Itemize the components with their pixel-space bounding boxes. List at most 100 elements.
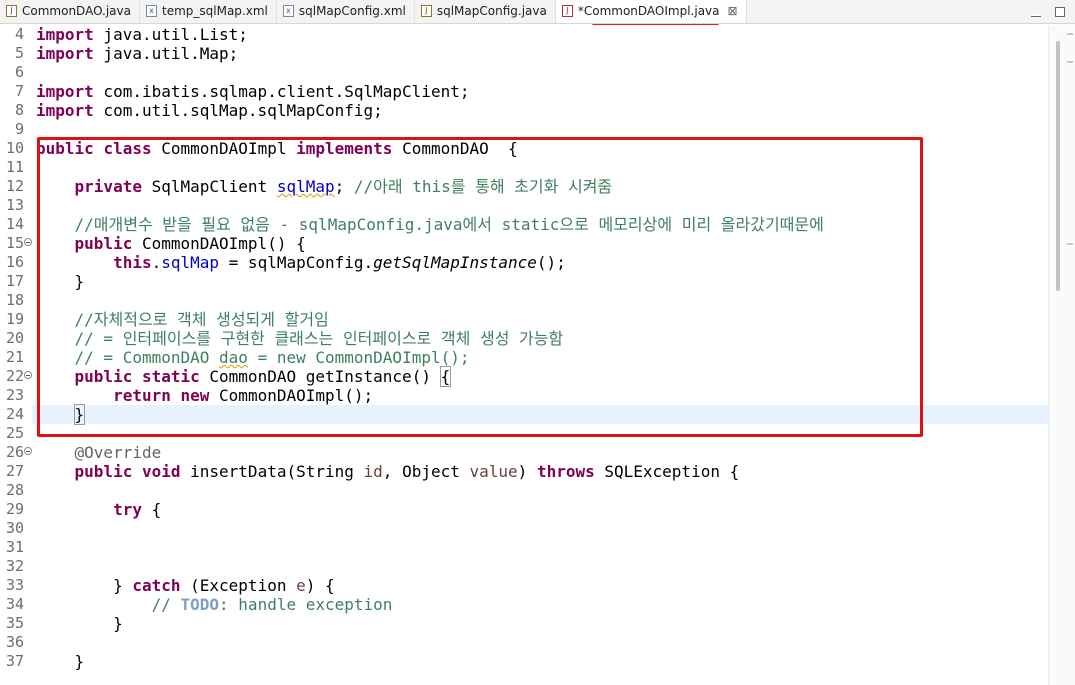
overview-ruler-mark bbox=[1067, 243, 1073, 245]
code-line: 33 } catch (Exception e) { bbox=[0, 576, 1048, 595]
code-line: 32 bbox=[0, 557, 1048, 576]
code-line: 17 } bbox=[0, 272, 1048, 291]
text-caret bbox=[84, 407, 86, 423]
code-line: 6 bbox=[0, 63, 1048, 82]
code-text: //자체적으로 객체 생성되게 할거임 bbox=[74, 310, 329, 329]
fold-toggle-icon[interactable] bbox=[24, 371, 32, 379]
line-number: 15 bbox=[5, 234, 24, 252]
line-number: 36 bbox=[5, 633, 24, 651]
code-line: 36 bbox=[0, 633, 1048, 652]
line-number: 30 bbox=[5, 519, 24, 537]
tab-label: CommonDAO.java bbox=[22, 4, 131, 18]
close-tab-icon[interactable]: ⊠ bbox=[728, 4, 738, 18]
xml-file-icon: x bbox=[146, 5, 157, 17]
code-text: } bbox=[113, 614, 123, 633]
tab-label: sqlMapConfig.xml bbox=[298, 4, 406, 18]
tab-commondaoimpl-java[interactable]: J *CommonDAOImpl.java ⊠ bbox=[555, 0, 747, 23]
line-number: 29 bbox=[5, 500, 24, 518]
code-text: private SqlMapClient sqlMap; //아래 this를 … bbox=[74, 177, 613, 196]
line-number: 22 bbox=[5, 367, 24, 385]
line-number: 32 bbox=[5, 557, 24, 575]
code-line: 29 try { bbox=[0, 500, 1048, 519]
code-line: 14 //매개변수 받을 필요 없음 - sqlMapConfig.java에서… bbox=[0, 215, 1048, 234]
scrollbar-thumb[interactable] bbox=[1056, 41, 1060, 291]
java-file-icon: J bbox=[6, 5, 17, 17]
line-number: 8 bbox=[14, 101, 24, 119]
code-text: public class CommonDAOImpl implements Co… bbox=[36, 139, 518, 158]
editor-tab-bar: J CommonDAO.java x temp_sqlMap.xml x sql… bbox=[0, 0, 1075, 24]
code-line: 13 bbox=[0, 196, 1048, 215]
tab-label: *CommonDAOImpl.java bbox=[577, 4, 720, 18]
code-text: } catch (Exception e) { bbox=[113, 576, 335, 595]
editor-window-controls bbox=[1031, 0, 1075, 24]
line-number: 7 bbox=[14, 82, 24, 100]
code-text: // TODO: handle exception bbox=[151, 595, 393, 614]
maximize-icon[interactable] bbox=[1055, 7, 1065, 17]
code-text: public CommonDAOImpl() { bbox=[74, 234, 306, 253]
code-text: //매개변수 받을 필요 없음 - sqlMapConfig.java에서 st… bbox=[74, 215, 824, 234]
line-number: 4 bbox=[14, 25, 24, 43]
code-line: 26 @Override bbox=[0, 443, 1048, 462]
code-line: 37 } bbox=[0, 652, 1048, 671]
code-line: 31 bbox=[0, 538, 1048, 557]
line-number: 25 bbox=[5, 424, 24, 442]
vertical-scrollbar[interactable] bbox=[1048, 25, 1075, 685]
code-text: this.sqlMap = sqlMapConfig.getSqlMapInst… bbox=[113, 253, 566, 272]
code-text: try { bbox=[113, 500, 162, 519]
line-number: 19 bbox=[5, 310, 24, 328]
code-text: } bbox=[73, 404, 86, 425]
line-number: 12 bbox=[5, 177, 24, 195]
code-text: // = CommonDAO dao = new CommonDAOImpl()… bbox=[74, 348, 470, 367]
line-number: 16 bbox=[5, 253, 24, 271]
tab-sqlmapconfig-xml[interactable]: x sqlMapConfig.xml bbox=[277, 0, 415, 23]
tab-temp-sqlmap-xml[interactable]: x temp_sqlMap.xml bbox=[140, 0, 277, 23]
code-line: 12 private SqlMapClient sqlMap; //아래 thi… bbox=[0, 177, 1048, 196]
tab-commondao-java[interactable]: J CommonDAO.java bbox=[0, 0, 140, 23]
code-line: 25 bbox=[0, 424, 1048, 443]
line-number: 9 bbox=[14, 120, 24, 138]
tab-sqlmapconfig-java[interactable]: J sqlMapConfig.java bbox=[415, 0, 556, 23]
line-number: 35 bbox=[5, 614, 24, 632]
line-number: 23 bbox=[5, 386, 24, 404]
java-file-icon: J bbox=[420, 5, 432, 17]
code-line: 35 } bbox=[0, 614, 1048, 633]
line-number: 31 bbox=[5, 538, 24, 556]
line-number: 17 bbox=[5, 272, 24, 290]
line-number: 34 bbox=[5, 595, 24, 613]
code-line: 15 public CommonDAOImpl() { bbox=[0, 234, 1048, 253]
code-line: 20 // = 인터페이스를 구현한 클래스는 인터페이스로 객체 생성 가능함 bbox=[0, 329, 1048, 348]
line-number: 11 bbox=[5, 158, 24, 176]
java-error-file-icon: J bbox=[561, 5, 573, 17]
code-line: 34 // TODO: handle exception bbox=[0, 595, 1048, 614]
line-number: 26 bbox=[5, 443, 24, 461]
code-line: 19 //자체적으로 객체 생성되게 할거임 bbox=[0, 310, 1048, 329]
code-text: return new CommonDAOImpl(); bbox=[113, 386, 374, 405]
fold-toggle-icon[interactable] bbox=[24, 447, 32, 455]
code-line: 22 public static CommonDAO getInstance()… bbox=[0, 366, 1048, 387]
line-number: 27 bbox=[5, 462, 24, 480]
xml-file-icon: x bbox=[282, 5, 294, 17]
line-number: 21 bbox=[5, 348, 24, 366]
minimize-icon[interactable] bbox=[1031, 13, 1041, 17]
line-number: 18 bbox=[5, 291, 24, 309]
code-line: 28 bbox=[0, 481, 1048, 500]
tab-label: temp_sqlMap.xml bbox=[162, 4, 268, 18]
code-line: 23 return new CommonDAOImpl(); bbox=[0, 386, 1048, 405]
tab-label: sqlMapConfig.java bbox=[436, 4, 547, 18]
code-line: 24 } bbox=[0, 404, 1048, 425]
overview-ruler-mark bbox=[1067, 61, 1073, 63]
code-text: } bbox=[74, 652, 85, 671]
line-number: 20 bbox=[5, 329, 24, 347]
code-text: @Override bbox=[74, 443, 162, 462]
code-line: 4 import java.util.List; bbox=[0, 25, 1048, 44]
code-line: 21 // = CommonDAO dao = new CommonDAOImp… bbox=[0, 348, 1048, 367]
code-text: import com.util.sqlMap.sqlMapConfig; bbox=[36, 101, 383, 120]
code-text: public void insertData(String id, Object… bbox=[74, 462, 740, 481]
line-number: 10 bbox=[5, 139, 24, 157]
code-line: 16 this.sqlMap = sqlMapConfig.getSqlMapI… bbox=[0, 253, 1048, 272]
code-editor[interactable]: 4 import java.util.List; 5 import java.uti… bbox=[0, 25, 1075, 685]
line-number: 24 bbox=[5, 405, 24, 423]
code-line: 7 import com.ibatis.sqlmap.client.SqlMapC… bbox=[0, 82, 1048, 101]
line-number: 37 bbox=[5, 652, 24, 670]
fold-toggle-icon[interactable] bbox=[24, 238, 32, 246]
